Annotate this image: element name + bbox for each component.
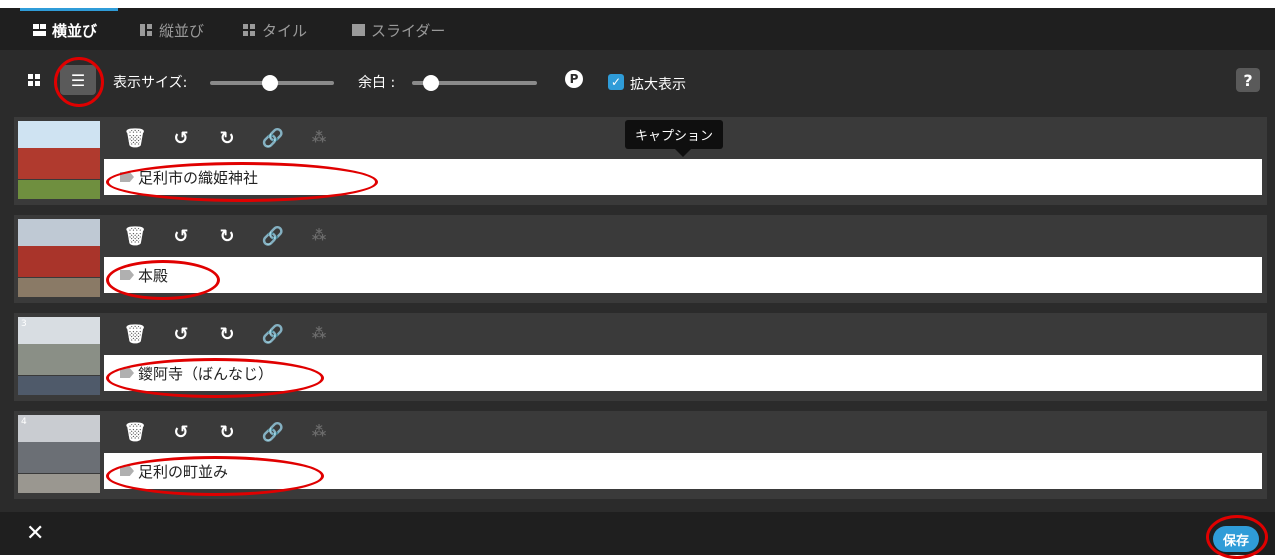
link-icon[interactable]: 🔗 [250,223,296,249]
caption-field[interactable]: 本殿 [104,257,1262,293]
thumbnail[interactable] [18,219,100,297]
tag-icon [120,368,134,378]
list-item: 3 🗑 ↺ ↻ 🔗 ⁂ 鑁阿寺（ばんなじ） [14,313,1267,401]
item-actions: 🗑 ↺ ↻ 🔗 ⁂ [112,321,342,347]
trash-icon[interactable]: 🗑 [112,125,158,151]
rotate-right-icon[interactable]: ↻ [204,321,250,347]
thumbnail[interactable] [18,121,100,199]
caption-text: 鑁阿寺（ばんなじ） [138,364,274,383]
zoom-checkbox[interactable]: ✓ [608,74,624,90]
link-icon[interactable]: 🔗 [250,321,296,347]
caption-field[interactable]: 鑁阿寺（ばんなじ） [104,355,1262,391]
toolbar: ☰ 表示サイズ: 余白 : P ✓ 拡大表示 ? [0,58,1275,102]
display-size-label: 表示サイズ: [113,75,188,91]
link-icon[interactable]: 🔗 [250,125,296,151]
tag-icon [120,466,134,476]
layout-tile-icon [243,24,256,36]
layout-vertical-icon [140,24,153,36]
margin-slider-knob[interactable] [423,75,439,91]
rotate-right-icon[interactable]: ↻ [204,223,250,249]
trash-icon[interactable]: 🗑 [112,419,158,445]
tab-vertical[interactable]: 縦並び [140,16,204,44]
caption-field[interactable]: 足利市の織姫神社 [104,159,1262,195]
tab-label: タイル [262,21,308,40]
help-button[interactable]: ? [1236,68,1260,92]
thumbnail[interactable]: 4 [18,415,100,493]
rotate-left-icon[interactable]: ↺ [158,419,204,445]
list-item: 🗑 ↺ ↻ 🔗 ⁂ 本殿 [14,215,1267,303]
display-size-slider-knob[interactable] [262,75,278,91]
list-icon: ☰ [70,70,86,90]
tab-slider[interactable]: スライダー [352,16,445,44]
unlink-icon[interactable]: ⁂ [296,419,342,445]
tag-icon [120,270,134,280]
caption-text: 本殿 [138,266,169,285]
item-actions: 🗑 ↺ ↻ 🔗 ⁂ [112,223,342,249]
item-actions: 🗑 ↺ ↻ 🔗 ⁂ [112,125,342,151]
caption-text: 足利の町並み [138,462,229,481]
tab-label: 縦並び [159,21,205,40]
rotate-left-icon[interactable]: ↺ [158,125,204,151]
rotate-left-icon[interactable]: ↺ [158,223,204,249]
pinterest-icon[interactable]: P [565,70,583,88]
tab-label: 横並び [52,21,98,40]
caption-tooltip: キャプション [625,120,724,157]
thumbnail-number: 4 [21,417,27,427]
trash-icon[interactable]: 🗑 [112,321,158,347]
thumbnail[interactable]: 3 [18,317,100,395]
zoom-label: 拡大表示 [630,77,686,93]
link-icon[interactable]: 🔗 [250,419,296,445]
caption-text: 足利市の織姫神社 [138,168,259,187]
save-button[interactable]: 保存 [1213,526,1259,552]
list-view-button[interactable]: ☰ [60,65,96,95]
item-actions: 🗑 ↺ ↻ 🔗 ⁂ [112,419,342,445]
margin-label: 余白 : [358,75,396,91]
unlink-icon[interactable]: ⁂ [296,223,342,249]
layout-tab-bar: 横並び 縦並び タイル スライダー [0,8,1275,50]
unlink-icon[interactable]: ⁂ [296,321,342,347]
grid-view-button[interactable] [16,65,52,95]
grid-icon [27,74,41,86]
footer-bar: ✕ 保存 [0,512,1275,555]
caption-field[interactable]: 足利の町並み [104,453,1262,489]
trash-icon[interactable]: 🗑 [112,223,158,249]
close-button[interactable]: ✕ [26,521,44,546]
tag-icon [120,172,134,182]
rotate-left-icon[interactable]: ↺ [158,321,204,347]
thumbnail-number: 3 [21,319,27,329]
tab-horizontal[interactable]: 横並び [33,16,97,44]
list-item: 4 🗑 ↺ ↻ 🔗 ⁂ 足利の町並み [14,411,1267,499]
tab-label: スライダー [371,21,446,40]
tab-tile[interactable]: タイル [243,16,307,44]
rotate-right-icon[interactable]: ↻ [204,125,250,151]
unlink-icon[interactable]: ⁂ [296,125,342,151]
rotate-right-icon[interactable]: ↻ [204,419,250,445]
active-tab-indicator [20,8,118,11]
layout-horizontal-icon [33,24,46,36]
layout-slider-icon [352,24,365,36]
